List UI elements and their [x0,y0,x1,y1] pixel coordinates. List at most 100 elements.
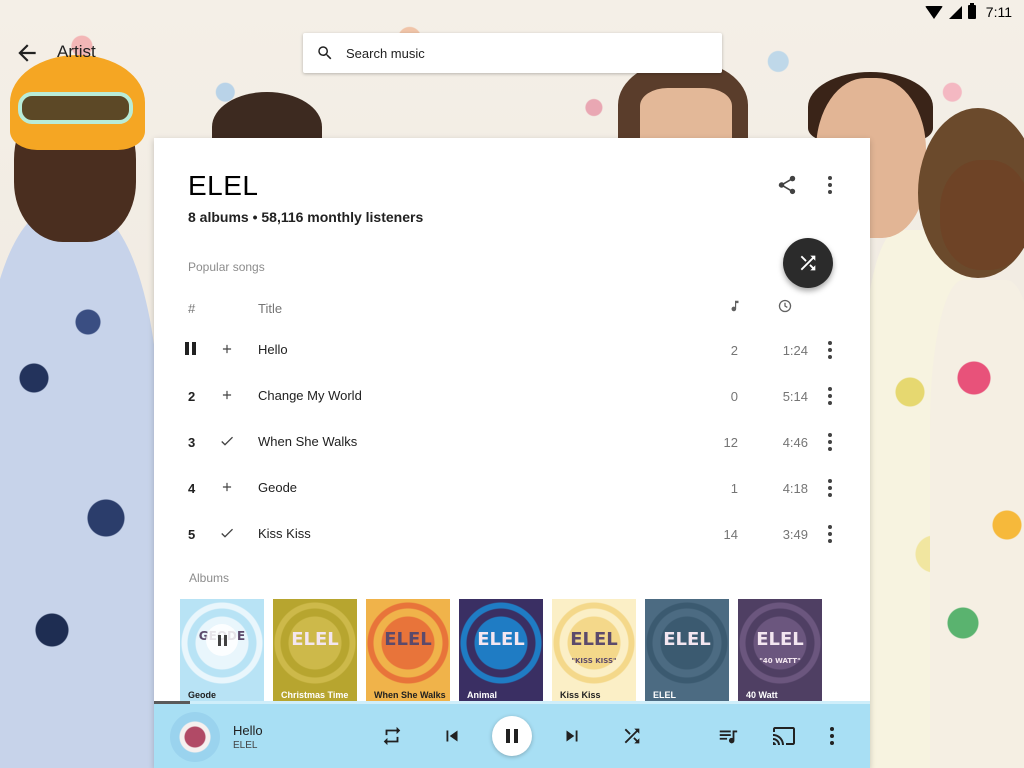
search-input[interactable] [346,45,706,61]
song-more-button[interactable] [822,339,838,361]
column-header-duration [778,299,792,313]
album-tile[interactable]: GEODEGeode [180,599,264,709]
album-title: Animal [467,690,498,700]
album-tile[interactable]: ELEL When She Walks [366,599,450,709]
add-to-library-button[interactable] [218,340,236,358]
song-play-count: 12 [723,435,738,450]
song-play-count: 14 [723,527,738,542]
skip-previous-icon [446,730,458,742]
more-vert-icon [822,339,838,361]
song-number: 3 [188,435,196,450]
album-tile[interactable]: ELEL Animal [459,599,543,709]
song-play-count: 0 [730,389,738,404]
check-icon [221,528,233,538]
now-playing-bar: Hello ELEL [154,701,870,768]
play-pause-button[interactable] [492,716,532,756]
plus-icon [222,344,232,354]
song-title: Change My World [258,388,362,403]
artist-more-button[interactable] [820,174,840,196]
person-5-shirt [930,280,1024,768]
music-note-icon [731,300,739,312]
playback-progress-fill [154,701,190,704]
status-bar: 7:11 [0,0,1024,24]
repeat-icon [383,726,401,746]
album-tile[interactable]: ELEL "KISS KISS" Kiss Kiss [552,599,636,709]
song-duration: 3:49 [782,527,808,542]
song-more-button[interactable] [822,431,838,453]
queue-button[interactable] [716,724,740,748]
album-tile[interactable]: ELEL "40 WATT" 40 Watt [738,599,822,709]
share-button[interactable] [776,174,798,196]
album-tile[interactable]: ELEL Christmas Time [273,599,357,709]
previous-button[interactable] [440,724,464,748]
person-5-face [940,160,1024,270]
popular-songs-heading: Popular songs [188,260,265,274]
add-to-library-button[interactable] [218,478,236,496]
cell-signal-icon [948,5,962,19]
added-to-library-button[interactable] [218,432,236,450]
song-play-count: 2 [730,343,738,358]
column-header-plays [728,298,742,314]
song-number: 2 [188,389,196,404]
repeat-button[interactable] [380,724,404,748]
song-duration: 4:46 [782,435,808,450]
song-row[interactable]: 2 Change My World 0 5:14 [154,374,870,420]
album-cover-text: ELEL [384,629,432,650]
pause-icon [506,729,510,743]
added-to-library-button[interactable] [218,524,236,542]
artist-card: ELEL 8 albums • 58,116 monthly listeners… [154,138,870,768]
share-icon [778,175,796,195]
song-more-button[interactable] [822,385,838,407]
back-button[interactable] [14,40,40,66]
album-cover-subtext: "KISS KISS" [571,657,617,665]
search-icon [318,46,332,60]
song-duration: 5:14 [782,389,808,404]
album-cover-subtext: "40 WATT" [759,657,801,665]
queue-music-icon [719,730,738,744]
album-pause-button[interactable] [206,624,238,656]
player-more-button[interactable] [824,724,840,748]
pause-icon [217,634,227,646]
plus-icon [222,482,232,492]
song-more-button[interactable] [822,523,838,545]
song-number: 4 [188,481,196,496]
album-tile[interactable]: ELEL ELEL [645,599,729,709]
song-more-button[interactable] [822,477,838,499]
skip-next-icon [566,730,578,742]
search-box[interactable] [303,33,722,73]
artist-stats: 8 albums • 58,116 monthly listeners [188,209,424,225]
song-row[interactable]: Hello 2 1:24 [154,328,870,374]
more-vert-icon [822,477,838,499]
next-button[interactable] [560,724,584,748]
column-header-number: # [188,301,196,316]
album-cover-text: ELEL [570,629,618,650]
song-title: Hello [258,342,288,357]
song-row[interactable]: 5 Kiss Kiss 14 3:49 [154,512,870,558]
shuffle-icon [800,255,816,271]
wifi-icon [924,5,943,19]
song-row[interactable]: 3 When She Walks 12 4:46 [154,420,870,466]
song-title: Geode [258,480,298,495]
now-playing-artwork[interactable] [170,712,220,762]
album-title: Christmas Time [281,690,349,700]
more-vert-icon [820,174,840,196]
more-vert-icon [822,431,838,453]
playback-progress[interactable] [154,701,870,704]
cast-button[interactable] [772,724,796,748]
album-title: Geode [188,690,217,700]
song-title: When She Walks [258,434,358,449]
album-cover-text: ELEL [477,629,525,650]
person-1-sunglasses [18,92,133,124]
person-1-shirt [0,210,160,768]
song-row[interactable]: 4 Geode 1 4:18 [154,466,870,512]
add-to-library-button[interactable] [218,386,236,404]
battery-icon [967,3,976,19]
song-number: 5 [188,527,196,542]
albums-carousel: GEODEGeode ELEL Christmas Time ELEL When She… [180,599,860,709]
cast-icon [773,727,795,745]
song-duration: 4:18 [782,481,808,496]
shuffle-play-button[interactable] [783,238,833,288]
shuffle-button[interactable] [620,724,644,748]
pause-icon[interactable] [185,342,197,355]
album-cover-text: ELEL [291,629,339,650]
